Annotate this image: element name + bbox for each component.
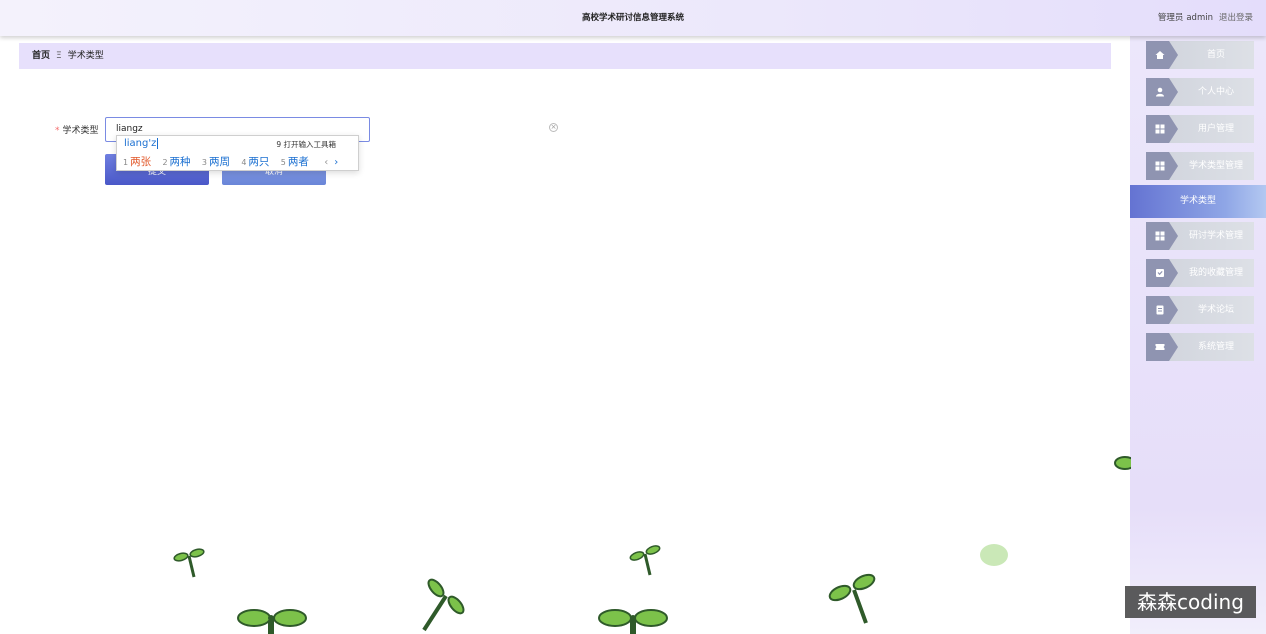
breadcrumb: 首页 Ξ 学术类型 <box>19 43 1111 69</box>
logout-link[interactable]: 退出登录 <box>1219 13 1253 23</box>
ime-candidate[interactable]: 5 两者 <box>281 156 309 168</box>
ime-candidate-list: 1 两张 2 两种 3 两周 4 两只 5 两者 ‹ › <box>123 154 338 169</box>
grid-icon <box>1155 161 1165 171</box>
sidebar-item-academic-type[interactable]: 学术类型 <box>1130 185 1266 218</box>
top-header: 高校学术研讨信息管理系统 管理员 admin 退出登录 <box>0 0 1266 36</box>
ime-candidate-popup: liang'z 9 打开输入工具箱 1 两张 2 两种 3 两周 4 两只 5 两者 ‹ › <box>116 135 359 171</box>
sidebar-item-academic-forum[interactable]: 学术论坛 <box>1146 296 1254 324</box>
clear-icon[interactable]: × <box>549 123 558 132</box>
sidebar-item-user-management[interactable]: 用户管理 <box>1146 115 1254 143</box>
bookmark-icon <box>1156 269 1164 277</box>
propeller-decoration-icon <box>980 544 1008 566</box>
ticket-icon <box>1155 344 1165 350</box>
required-mark: * <box>55 126 60 136</box>
sidebar-item-label: 个人中心 <box>1197 87 1234 97</box>
field-label-text: 学术类型 <box>62 126 99 136</box>
academic-type-label: * 学术类型 <box>55 123 99 136</box>
sidebar-item-label: 首页 <box>1206 50 1225 60</box>
propeller-decoration-icon <box>422 578 465 632</box>
user-role: 管理员 <box>1157 13 1184 23</box>
sidebar-item-system-management[interactable]: 系统管理 <box>1146 333 1254 361</box>
propeller-decoration-icon <box>173 548 205 578</box>
ime-next-page-icon[interactable]: › <box>334 157 338 168</box>
sidebar-item-label: 学术类型管理 <box>1188 161 1243 171</box>
ime-candidate[interactable]: 3 两周 <box>202 156 230 168</box>
sidebar: 首页 个人中心 用户管理 学术类型管理 学术类型 研讨学术管理 我的收藏管理 学… <box>1130 36 1266 506</box>
breadcrumb-current: 学术类型 <box>67 51 104 61</box>
ime-prev-page-icon[interactable]: ‹ <box>324 157 328 168</box>
sidebar-item-label: 研讨学术管理 <box>1188 231 1243 241</box>
watermark: 森森coding <box>1125 586 1256 618</box>
ime-candidate[interactable]: 1 两张 <box>123 156 151 168</box>
sidebar-item-favorites-management[interactable]: 我的收藏管理 <box>1146 259 1254 287</box>
propeller-decoration-icon <box>237 609 307 634</box>
sidebar-item-label: 我的收藏管理 <box>1188 268 1243 278</box>
sidebar-item-academic-type-management[interactable]: 学术类型管理 <box>1146 152 1254 180</box>
sidebar-item-label: 学术论坛 <box>1197 305 1234 315</box>
ime-candidate[interactable]: 2 两种 <box>162 156 190 168</box>
sidebar-item-seminar-management[interactable]: 研讨学术管理 <box>1146 222 1254 250</box>
sidebar-item-home[interactable]: 首页 <box>1146 41 1254 69</box>
propeller-decoration-icon <box>629 545 661 576</box>
user-icon <box>1156 87 1164 97</box>
propeller-decoration-icon <box>828 573 876 624</box>
ime-toolbox-link[interactable]: 9 打开输入工具箱 <box>276 139 336 150</box>
sidebar-item-label: 用户管理 <box>1197 124 1234 134</box>
document-icon <box>1156 305 1164 315</box>
ime-composition: liang'z <box>124 138 159 149</box>
breadcrumb-separator-icon: Ξ <box>56 51 62 61</box>
sidebar-item-personal-center[interactable]: 个人中心 <box>1146 78 1254 106</box>
app-title: 高校学术研讨信息管理系统 <box>581 13 684 23</box>
sidebar-item-label: 系统管理 <box>1197 342 1234 352</box>
grid-icon <box>1155 231 1165 241</box>
breadcrumb-home[interactable]: 首页 <box>32 51 50 61</box>
ime-candidate[interactable]: 4 两只 <box>241 156 269 168</box>
username: admin <box>1186 13 1213 23</box>
propeller-decoration-icon <box>598 609 668 634</box>
home-icon <box>1155 51 1165 59</box>
propeller-decoration-icon <box>1114 456 1131 470</box>
admin-area: 管理员 admin 退出登录 <box>1152 11 1253 23</box>
grid-icon <box>1155 124 1165 134</box>
